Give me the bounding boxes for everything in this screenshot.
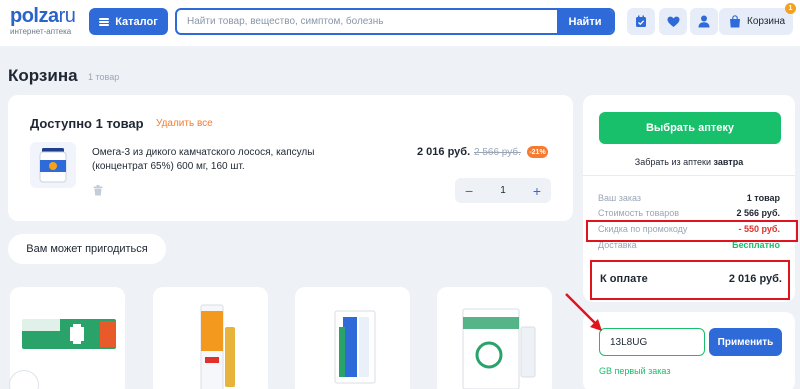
promo-code-note: GB первый заказ [599, 366, 671, 376]
site-header: polzaru интернет-аптека Каталог Найти Ко… [0, 0, 800, 46]
favorites-button[interactable] [659, 8, 687, 35]
heart-icon [667, 16, 679, 27]
summary-row-goods-cost: Стоимость товаров 2 566 руб. [598, 208, 780, 218]
cart-button[interactable]: Корзина 1 [719, 3, 796, 35]
menu-icon [99, 17, 110, 26]
recommended-product-card[interactable] [437, 287, 552, 389]
discount-highlight-box [586, 220, 798, 242]
quantity-stepper: − 1 + [455, 178, 551, 203]
supplement-jar-image [39, 148, 67, 183]
search-button[interactable]: Найти [557, 10, 613, 33]
total-to-pay: К оплате 2 016 руб. [600, 273, 782, 285]
total-value: 2 016 руб. [728, 273, 782, 285]
recommended-product-card[interactable] [295, 287, 410, 389]
orders-button[interactable] [627, 8, 655, 35]
shopping-bag-icon [730, 15, 740, 28]
pickup-info: Забрать из аптеки завтра [634, 157, 744, 167]
page-title: Корзина [8, 66, 78, 85]
logo[interactable]: polzaru интернет-аптека [10, 5, 76, 36]
logo-subtitle: интернет-аптека [10, 27, 72, 36]
increase-quantity-button[interactable]: + [533, 184, 541, 198]
divider [583, 175, 795, 176]
cart-count-badge: 1 [785, 3, 796, 14]
product-price: 2 016 руб. [417, 146, 471, 158]
recommended-product-card[interactable] [153, 287, 268, 389]
recommendations-label: Вам может пригодиться [8, 234, 166, 264]
catalog-label: Каталог [115, 15, 158, 28]
search-input[interactable] [177, 10, 559, 33]
product-image [334, 310, 376, 384]
profile-button[interactable] [690, 8, 718, 35]
product-image [200, 304, 235, 389]
summary-row-order: Ваш заказ 1 товар [598, 193, 780, 203]
apply-promo-button[interactable]: Применить [709, 328, 782, 356]
annotation-arrow [565, 293, 602, 331]
search-bar: Найти [175, 8, 615, 35]
product-old-price: 2 566 руб. [474, 147, 521, 158]
decrease-quantity-button[interactable]: − [465, 184, 473, 198]
product-image[interactable] [30, 142, 76, 188]
delete-all-link[interactable]: Удалить все [156, 118, 213, 129]
cart-items-card: Доступно 1 товар Удалить все Омега-3 из … [8, 95, 573, 221]
catalog-button[interactable]: Каталог [89, 8, 168, 35]
calendar-check-icon [636, 15, 646, 27]
remove-item-button[interactable] [93, 183, 103, 201]
choose-pharmacy-button[interactable]: Выбрать аптеку [599, 112, 781, 144]
trash-icon [93, 185, 103, 196]
product-image [462, 308, 536, 389]
promo-code-input[interactable] [599, 328, 705, 356]
discount-badge: -21% [527, 146, 548, 158]
quantity-value: 1 [500, 185, 506, 196]
cart-item-count: 1 товар [88, 72, 120, 82]
product-name[interactable]: Омега-3 из дикого камчатского лосося, ка… [92, 146, 352, 174]
available-title: Доступно 1 товар [30, 116, 144, 131]
user-icon [698, 15, 710, 28]
total-label: К оплате [600, 273, 648, 285]
cart-label: Корзина [747, 16, 786, 27]
logo-text: polzaru [10, 5, 76, 27]
